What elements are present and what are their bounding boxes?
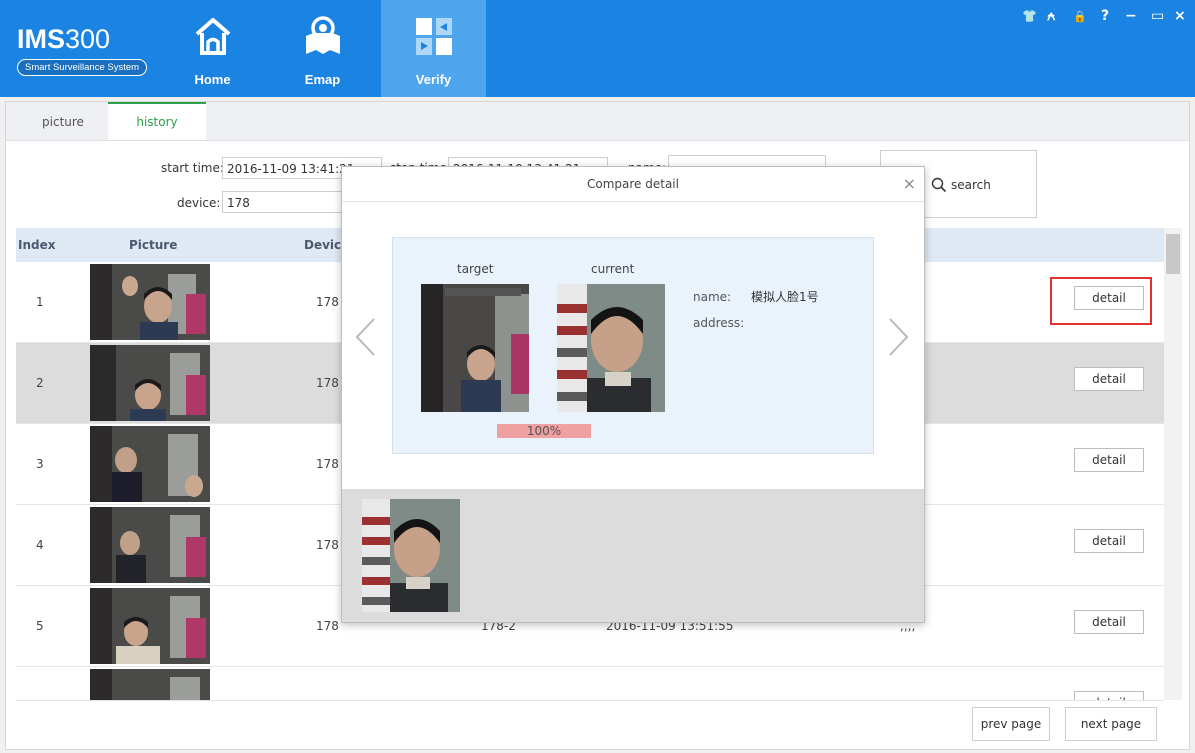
home-icon bbox=[195, 18, 231, 55]
similarity-bar: 100% bbox=[497, 424, 591, 438]
app-title: IMS300 bbox=[17, 24, 111, 54]
nav-verify[interactable]: Verify bbox=[381, 0, 486, 97]
nav-home[interactable]: Home bbox=[160, 0, 265, 97]
name-field-value: 模拟人脸1号 bbox=[751, 290, 819, 304]
table-row[interactable]: 6 178 178-2 2016-11-09 13:51:34 detail bbox=[16, 667, 1164, 701]
row-thumbnail[interactable] bbox=[90, 669, 210, 700]
nav-verify-label: Verify bbox=[415, 72, 452, 87]
minimize-icon: − bbox=[1125, 8, 1137, 24]
row-index: 5 bbox=[36, 619, 44, 633]
row-device: 178 bbox=[316, 667, 339, 700]
map-icon bbox=[306, 16, 340, 54]
start-time-value: 2016-11-09 13:41:21 bbox=[227, 162, 355, 176]
lock-button[interactable]: 🔒 bbox=[1073, 8, 1087, 24]
tab-picture[interactable]: picture bbox=[18, 104, 108, 140]
minimize-button[interactable]: − bbox=[1125, 8, 1137, 24]
start-time-label: start time: bbox=[161, 161, 224, 175]
maximize-icon: ▭ bbox=[1151, 8, 1165, 24]
row-device: 178 bbox=[316, 619, 339, 633]
lock-icon: 🔒 bbox=[1073, 10, 1087, 23]
row-index: 1 bbox=[36, 295, 44, 309]
row-index: 4 bbox=[36, 538, 44, 552]
target-image bbox=[421, 284, 529, 412]
search-icon bbox=[931, 177, 947, 193]
row-index: 6 bbox=[36, 667, 44, 700]
detail-button[interactable]: detail bbox=[1074, 691, 1144, 700]
row-time: 2016-11-09 13:51:34 bbox=[606, 667, 733, 700]
detail-button[interactable]: detail bbox=[1074, 367, 1144, 391]
prev-page-button[interactable]: prev page bbox=[972, 707, 1050, 741]
address-field-label: address: bbox=[693, 316, 745, 330]
help-icon: ? bbox=[1101, 8, 1110, 24]
close-button[interactable]: × bbox=[1174, 8, 1186, 24]
detail-button[interactable]: detail bbox=[1074, 529, 1144, 553]
row-thumbnail[interactable] bbox=[90, 507, 210, 583]
row-thumbnail[interactable] bbox=[90, 426, 210, 502]
row-device: 178 bbox=[316, 457, 339, 471]
row-thumbnail[interactable] bbox=[90, 264, 210, 340]
row-device: 178 bbox=[316, 376, 339, 390]
top-bar: IMS300 Smart Surveillance System Home Em… bbox=[0, 0, 1195, 97]
tab-history[interactable]: history bbox=[108, 102, 206, 140]
row-index: 2 bbox=[36, 376, 44, 390]
strip-thumbnail[interactable] bbox=[362, 499, 460, 612]
row-index: 3 bbox=[36, 457, 44, 471]
maximize-button[interactable]: ▭ bbox=[1151, 8, 1164, 24]
shirt-icon: 👕 bbox=[1022, 9, 1037, 23]
header-picture: Picture bbox=[129, 238, 178, 252]
close-icon: × bbox=[1174, 8, 1186, 24]
row-channel: 178-2 bbox=[481, 667, 516, 700]
detail-button[interactable]: detail bbox=[1074, 448, 1144, 472]
row-device: 178 bbox=[316, 538, 339, 552]
name-field-label: name: bbox=[693, 290, 732, 304]
current-label: current bbox=[591, 262, 635, 276]
verify-icon bbox=[416, 18, 452, 55]
app-subtitle: Smart Surveillance System bbox=[17, 59, 148, 76]
scrollbar-thumb[interactable] bbox=[1166, 234, 1180, 274]
tab-bar: picture history bbox=[6, 102, 1189, 141]
next-arrow-icon[interactable] bbox=[888, 317, 910, 367]
header-index: Index bbox=[18, 238, 56, 252]
dialog-header: Compare detail × bbox=[342, 167, 924, 202]
skin-button[interactable]: 👕 bbox=[1022, 8, 1037, 24]
user-icon: ⍲ bbox=[1047, 8, 1056, 24]
nav-home-label: Home bbox=[194, 72, 231, 87]
search-label: search bbox=[951, 178, 991, 192]
detail-button[interactable]: detail bbox=[1074, 610, 1144, 634]
prev-arrow-icon[interactable] bbox=[354, 317, 376, 367]
app-logo: IMS300 Smart Surveillance System bbox=[17, 24, 157, 84]
compare-panel: target current 100% name: 模拟人脸1号 address… bbox=[392, 237, 874, 454]
nav-emap[interactable]: Emap bbox=[270, 0, 375, 97]
highlight-box bbox=[1050, 277, 1152, 325]
dialog-close-icon[interactable]: × bbox=[903, 167, 916, 201]
row-thumbnail[interactable] bbox=[90, 345, 210, 421]
device-label: device: bbox=[177, 196, 221, 210]
row-device: 178 bbox=[316, 295, 339, 309]
dialog-title: Compare detail bbox=[587, 177, 679, 191]
scrollbar[interactable] bbox=[1164, 228, 1182, 700]
current-image bbox=[557, 284, 665, 412]
row-thumbnail[interactable] bbox=[90, 588, 210, 664]
history-strip bbox=[342, 489, 924, 622]
target-label: target bbox=[457, 262, 494, 276]
next-page-button[interactable]: next page bbox=[1065, 707, 1157, 741]
nav-emap-label: Emap bbox=[304, 72, 341, 87]
user-button[interactable]: ⍲ bbox=[1047, 8, 1055, 24]
help-button[interactable]: ? bbox=[1101, 8, 1109, 24]
compare-detail-dialog: Compare detail × target current 100% nam… bbox=[341, 166, 925, 623]
